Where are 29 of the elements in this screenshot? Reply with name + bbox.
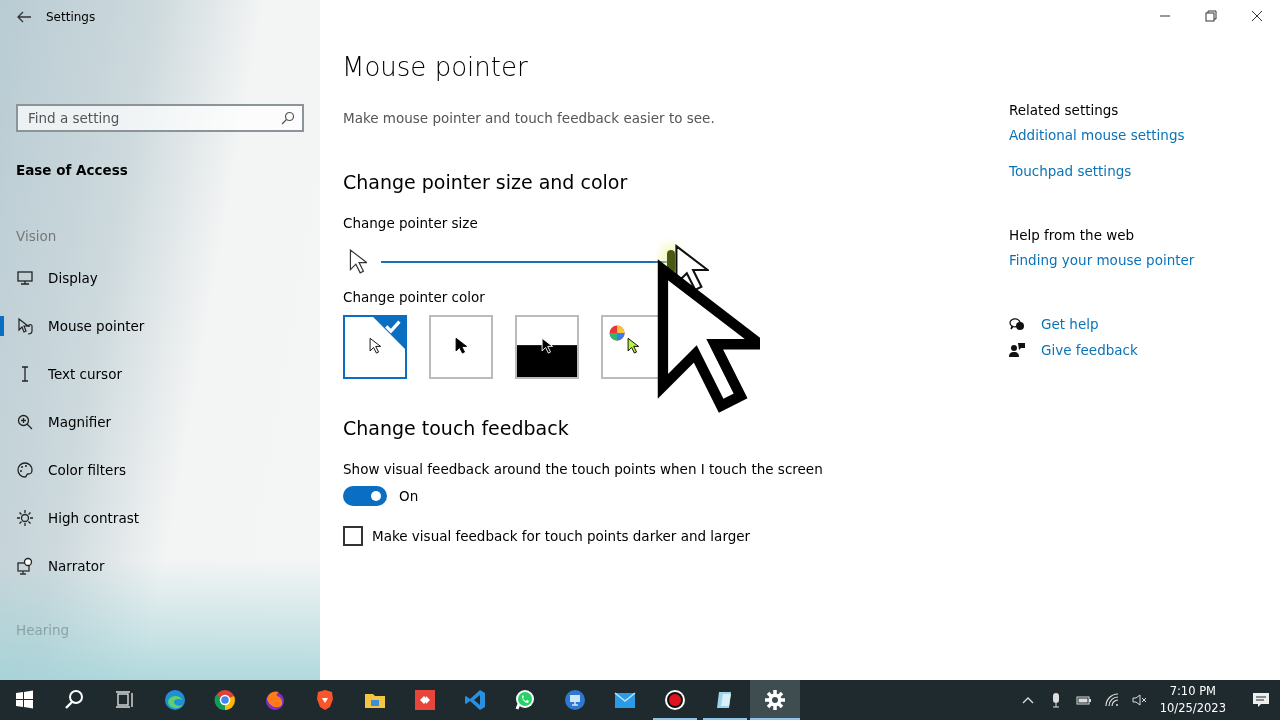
page-description: Make mouse pointer and touch feedback easier to see. — [343, 110, 716, 126]
help-heading: Help from the web — [1009, 227, 1136, 243]
help-link[interactable]: Finding your mouse pointer — [1009, 252, 1269, 268]
checkbox-label: Make visual feedback for touch points darker and larger — [372, 528, 751, 544]
section-heading: Hearing — [16, 622, 71, 638]
section-heading: Change touch feedback — [343, 417, 570, 439]
clock[interactable]: 7:10 PM 10/25/2023 — [1159, 683, 1226, 717]
slider-label: Change pointer size — [343, 215, 479, 231]
color-label: Change pointer color — [343, 289, 486, 305]
feedback-link[interactable]: Give feedback — [1041, 342, 1138, 358]
sidebar-item[interactable]: Text cursor — [0, 350, 320, 398]
sidebar-item[interactable]: Narrator — [0, 542, 320, 590]
sidebar-item[interactable]: Magnifier — [0, 398, 320, 446]
sidebar-item[interactable]: Mouse pointer — [0, 302, 320, 350]
settings-link[interactable]: Additional mouse settings — [1009, 127, 1269, 143]
category-title: Ease of Access — [16, 162, 129, 178]
search-field[interactable]: Find a setting — [16, 104, 304, 132]
sidebar-item[interactable]: High contrast — [0, 494, 320, 542]
section-heading: Vision — [16, 228, 58, 244]
toggle-label: Show visual feedback around the touch points when I touch the screen — [343, 461, 824, 477]
settings-link[interactable]: Touchpad settings — [1009, 163, 1269, 179]
page-title: Mouse pointer — [342, 52, 529, 82]
get-help-link[interactable]: Get help — [1041, 316, 1099, 332]
sidebar-item[interactable]: Color filters — [0, 446, 320, 494]
related-heading: Related settings — [1009, 102, 1120, 118]
section-heading: Change pointer size and color — [343, 171, 629, 193]
window-title: Settings — [46, 10, 96, 24]
toggle-state: On — [399, 488, 419, 504]
sidebar-item[interactable]: Display — [0, 254, 320, 302]
